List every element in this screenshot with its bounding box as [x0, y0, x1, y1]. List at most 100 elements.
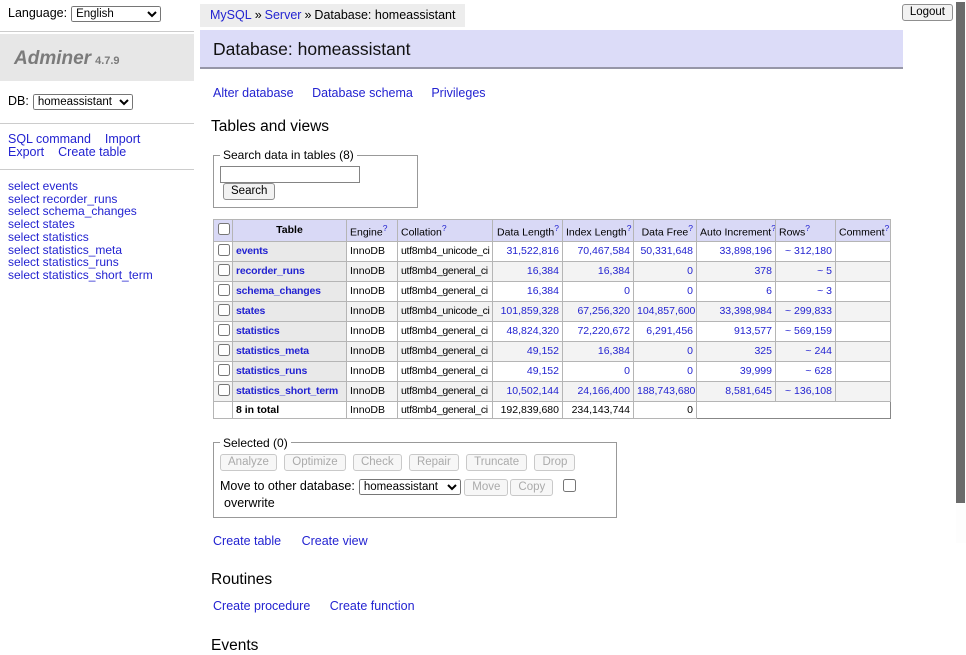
data-length-hint-link[interactable]: ?	[554, 223, 559, 233]
data-length-cell: 10,502,144	[493, 381, 563, 401]
table-link-schema-changes[interactable]: schema_changes	[236, 285, 321, 297]
sidebar-link-import[interactable]: Import	[105, 132, 140, 146]
routine-links-row: Create procedure Create function	[213, 599, 903, 613]
rows-count-link[interactable]: ~ 312,180	[785, 245, 832, 257]
alter-database-link[interactable]: Alter database	[213, 86, 294, 100]
sidebar-item-select-events[interactable]: select events	[8, 180, 186, 193]
data-free-cell: 0	[634, 281, 697, 301]
table-row: recorder_runs InnoDB utf8mb4_general_ci …	[214, 261, 891, 281]
sidebar-item-select-statistics-short-term[interactable]: select statistics_short_term	[8, 269, 186, 282]
breadcrumb-link-server[interactable]: Server	[265, 8, 302, 22]
rows-hint-link[interactable]: ?	[805, 223, 810, 233]
rows-count-link[interactable]: ~ 244	[805, 345, 832, 357]
privileges-link[interactable]: Privileges	[431, 86, 485, 100]
select-all-checkbox[interactable]	[218, 223, 230, 235]
adminer-version[interactable]: 4.7.9	[95, 55, 119, 67]
comment-hint-link[interactable]: ?	[885, 223, 890, 233]
comment-cell	[836, 361, 891, 381]
adminer-logo[interactable]: Adminer	[14, 48, 91, 69]
table-link-events[interactable]: events	[236, 245, 268, 257]
database-schema-link[interactable]: Database schema	[312, 86, 413, 100]
table-link-statistics-meta[interactable]: statistics_meta	[236, 345, 309, 357]
search-button[interactable]: Search	[223, 183, 275, 200]
move-button[interactable]: Move	[464, 479, 508, 496]
create-view-link[interactable]: Create view	[302, 534, 368, 548]
database-action-links: Alter database Database schema Privilege…	[213, 86, 903, 100]
row-checkbox[interactable]	[218, 244, 230, 256]
breadcrumb-link-mysql[interactable]: MySQL	[210, 8, 252, 22]
divider	[0, 31, 194, 32]
data-length-cell: 16,384	[493, 281, 563, 301]
table-link-statistics-short-term[interactable]: statistics_short_term	[236, 385, 338, 397]
create-procedure-link[interactable]: Create procedure	[213, 599, 310, 613]
row-checkbox[interactable]	[218, 344, 230, 356]
rows-count-link[interactable]: ~ 299,833	[785, 305, 832, 317]
vertical-scrollbar[interactable]	[956, 0, 966, 543]
scrollbar-thumb[interactable]	[956, 2, 965, 503]
index-length-cell: 0	[563, 281, 634, 301]
overwrite-checkbox[interactable]	[563, 479, 576, 492]
total-index-length: 234,143,744	[563, 401, 634, 418]
row-checkbox[interactable]	[218, 384, 230, 396]
data-free-cell: 0	[634, 261, 697, 281]
rows-count-link[interactable]: ~ 3	[817, 285, 832, 297]
data-free-cell: 188,743,680	[634, 381, 697, 401]
rows-count-link[interactable]: ~ 5	[817, 265, 832, 277]
comment-cell	[836, 301, 891, 321]
row-checkbox[interactable]	[218, 324, 230, 336]
rows-count-link[interactable]: ~ 628	[805, 365, 832, 377]
table-link-statistics-runs[interactable]: statistics_runs	[236, 365, 307, 377]
data-free-hint-link[interactable]: ?	[688, 223, 693, 233]
row-checkbox[interactable]	[218, 304, 230, 316]
optimize-button[interactable]: Optimize	[284, 454, 345, 471]
sidebar-table-list: select events select recorder_runs selec…	[0, 172, 194, 290]
data-free-cell: 50,331,648	[634, 241, 697, 261]
comment-cell	[836, 381, 891, 401]
table-link-statistics[interactable]: statistics	[236, 325, 280, 337]
engine-hint-link[interactable]: ?	[383, 223, 388, 233]
comment-cell	[836, 241, 891, 261]
auto-increment-hint-link[interactable]: ?	[771, 223, 775, 233]
table-link-states[interactable]: states	[236, 305, 265, 317]
overwrite-label: overwrite	[224, 496, 275, 510]
copy-button[interactable]: Copy	[510, 479, 553, 496]
sidebar-link-create-table[interactable]: Create table	[58, 145, 126, 159]
create-table-link[interactable]: Create table	[213, 534, 281, 548]
index-length-hint-link[interactable]: ?	[627, 223, 632, 233]
move-database-select[interactable]: homeassistant	[359, 479, 461, 495]
collation-hint-link[interactable]: ?	[442, 223, 447, 233]
create-function-link[interactable]: Create function	[330, 599, 415, 613]
engine-cell: InnoDB	[347, 361, 398, 381]
row-checkbox[interactable]	[218, 264, 230, 276]
auto-increment-cell: 6	[697, 281, 776, 301]
events-heading: Events	[211, 637, 903, 655]
analyze-button[interactable]: Analyze	[220, 454, 277, 471]
collation-cell: utf8mb4_unicode_ci	[398, 241, 493, 261]
sidebar-item-select-statistics[interactable]: select statistics	[8, 231, 186, 244]
row-checkbox[interactable]	[218, 364, 230, 376]
breadcrumb-separator: »	[255, 8, 262, 22]
index-length-cell: 67,256,320	[563, 301, 634, 321]
sidebar-link-sql-command[interactable]: SQL command	[8, 132, 91, 146]
search-input[interactable]	[220, 166, 360, 183]
row-checkbox[interactable]	[218, 284, 230, 296]
tables-and-views-heading: Tables and views	[211, 118, 903, 136]
table-link-recorder-runs[interactable]: recorder_runs	[236, 265, 305, 277]
truncate-button[interactable]: Truncate	[466, 454, 527, 471]
column-header-comment: Comment?	[836, 220, 891, 242]
db-select[interactable]: homeassistant	[33, 94, 133, 110]
sidebar-item-select-states[interactable]: select states	[8, 218, 186, 231]
rows-count-link[interactable]: ~ 569,159	[785, 325, 832, 337]
drop-button[interactable]: Drop	[534, 454, 575, 471]
sidebar-link-export[interactable]: Export	[8, 145, 44, 159]
data-length-cell: 49,152	[493, 361, 563, 381]
repair-button[interactable]: Repair	[409, 454, 459, 471]
auto-increment-cell: 8,581,645	[697, 381, 776, 401]
breadcrumb: MySQL»Server»Database: homeassistant	[200, 4, 465, 27]
table-row: statistics_short_term InnoDB utf8mb4_gen…	[214, 381, 891, 401]
language-select[interactable]: English	[71, 6, 161, 22]
check-button[interactable]: Check	[353, 454, 402, 471]
rows-count-link[interactable]: ~ 136,108	[785, 385, 832, 397]
table-total-row: 8 in total InnoDB utf8mb4_general_ci 192…	[214, 401, 891, 418]
total-data-length: 192,839,680	[493, 401, 563, 418]
